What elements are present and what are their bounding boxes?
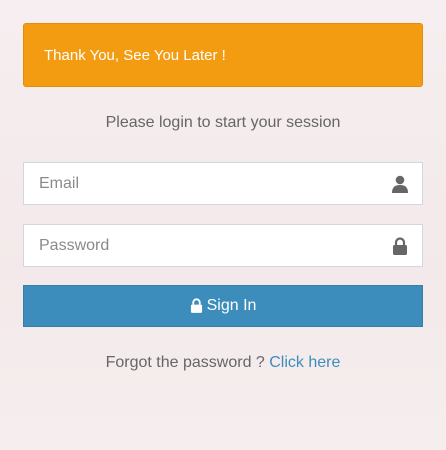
forgot-password: Forgot the password ? Click here (0, 354, 446, 372)
forgot-password-link[interactable]: Click here (269, 354, 340, 371)
password-field-group (23, 224, 423, 267)
login-subtitle: Please login to start your session (105, 114, 341, 131)
forgot-text: Forgot the password ? (105, 354, 270, 371)
email-field-group (23, 162, 423, 205)
logout-alert: Thank You, See You Later ! (23, 23, 423, 87)
sign-in-label: Sign In (206, 297, 257, 314)
user-icon (392, 175, 408, 193)
password-field[interactable] (24, 225, 422, 266)
lock-icon (393, 236, 407, 255)
alert-message: Thank You, See You Later ! (44, 46, 226, 64)
email-field[interactable] (24, 163, 422, 204)
lock-icon (190, 297, 202, 313)
sign-in-button[interactable]: Sign In (23, 285, 423, 327)
